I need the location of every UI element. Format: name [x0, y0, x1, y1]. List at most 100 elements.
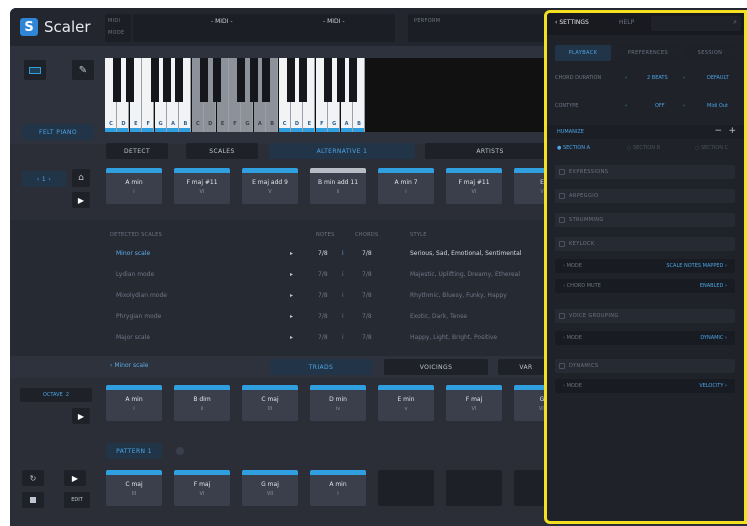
chord-duration-prev[interactable]: ‹	[625, 75, 627, 81]
black-key[interactable]	[299, 58, 308, 102]
chord-pad[interactable]: A min i	[310, 470, 366, 506]
preview-play-icon[interactable]: ▸	[290, 313, 293, 320]
tab-playback[interactable]: PLAYBACK	[555, 45, 611, 61]
black-key[interactable]	[324, 58, 333, 102]
tab-scales[interactable]: SCALES	[186, 143, 258, 159]
chord-mute-row[interactable]: ‹ CHORD MUTE ENABLED ›	[555, 279, 735, 293]
section-voice-grouping[interactable]: VOICE GROUPING	[555, 309, 735, 323]
black-key[interactable]	[125, 58, 134, 102]
chord-duration-next[interactable]: ›	[683, 75, 685, 81]
humanize-option-3[interactable]: ○ SECTION C	[695, 145, 728, 151]
chord-pad[interactable]: F maj #11 VI	[446, 168, 502, 204]
octave-selector[interactable]: OCTAVE 2	[20, 388, 92, 402]
humanize-option-1[interactable]: ● SECTION A	[557, 145, 590, 151]
section-keylock[interactable]: KEYLOCK	[555, 237, 735, 251]
contype-extra[interactable]: Midi Out	[707, 103, 728, 109]
checkbox-icon[interactable]	[559, 193, 565, 199]
scale-row[interactable]: Lydian mode ▸ 7/8 i 7/8 Majestic, Uplifting, …	[110, 271, 550, 285]
black-key[interactable]	[150, 58, 159, 102]
perform-box[interactable]: PERFORM	[408, 14, 548, 42]
tab-artists[interactable]: ARTISTS	[425, 143, 555, 159]
contype-prev[interactable]: ‹	[625, 103, 627, 109]
black-key[interactable]	[212, 58, 221, 102]
chord-pad[interactable]: B dim ii	[174, 385, 230, 421]
black-key[interactable]	[349, 58, 357, 102]
contype-value[interactable]: OFF	[655, 103, 665, 109]
midi-status-box[interactable]: - MIDI - - MIDI -	[133, 14, 395, 42]
octave-row1-selector[interactable]: ‹ 1 ›	[22, 171, 66, 187]
contype-next[interactable]: ›	[683, 103, 685, 109]
black-key[interactable]	[200, 58, 209, 102]
info-icon[interactable]: i	[342, 250, 344, 257]
keylock-mode-row[interactable]: ‹ MODE SCALE NOTES MAPPED ›	[555, 259, 735, 273]
plus-icon[interactable]: +	[728, 126, 736, 136]
empty-chord-slot[interactable]	[446, 470, 502, 506]
black-key[interactable]	[113, 58, 122, 102]
chord-pad[interactable]: G maj VII	[242, 470, 298, 506]
selected-scale-label[interactable]: › Minor scale	[110, 362, 148, 376]
chord-pad[interactable]: A min i	[106, 385, 162, 421]
chord-pad[interactable]: F maj VI	[174, 470, 230, 506]
preview-play-icon[interactable]: ▸	[290, 271, 293, 278]
tab-detect[interactable]: DETECT	[106, 143, 168, 159]
chord-pad[interactable]: C maj III	[106, 470, 162, 506]
scale-row[interactable]: Phrygian mode ▸ 7/8 i 7/8 Exotic, Dark, Tense	[110, 313, 550, 327]
black-key[interactable]	[336, 58, 345, 102]
chord-pad[interactable]: E min v	[378, 385, 434, 421]
info-icon[interactable]: i	[342, 292, 344, 299]
checkbox-icon[interactable]	[559, 217, 565, 223]
black-key[interactable]	[287, 58, 295, 102]
play-row2-button[interactable]: ▶	[72, 408, 90, 424]
chord-pad[interactable]: C maj III	[242, 385, 298, 421]
tab-settings[interactable]: ‹ SETTINGS	[555, 19, 589, 26]
chord-pad[interactable]: B min add 11 ii	[310, 168, 366, 204]
keyboard-view-button[interactable]	[24, 60, 46, 80]
stop-button[interactable]	[22, 492, 44, 508]
settings-search-input[interactable]: ⌕	[651, 16, 741, 31]
midi-mode-box[interactable]: MIDI MODE	[105, 14, 131, 42]
tab-session[interactable]: SESSION	[685, 45, 735, 61]
minus-icon[interactable]: −	[714, 126, 722, 136]
sound-preset-selector[interactable]: FELT PIANO	[22, 124, 94, 140]
checkbox-icon[interactable]	[559, 169, 565, 175]
chord-duration-default[interactable]: DEFAULT	[707, 75, 729, 81]
play-row1-button[interactable]: ▶	[72, 192, 90, 208]
pattern-info-icon[interactable]	[176, 447, 184, 455]
scale-row[interactable]: Mixolydian mode ▸ 7/8 i 7/8 Rhythmic, Bluesy,…	[110, 292, 550, 306]
tab-alternative[interactable]: ALTERNATIVE 1	[269, 143, 415, 159]
black-key[interactable]	[237, 58, 246, 102]
pattern-selector[interactable]: PATTERN 1	[106, 443, 162, 459]
section-dynamics[interactable]: DYNAMICS	[555, 359, 735, 373]
chord-pad[interactable]: F maj VI	[446, 385, 502, 421]
edit-button[interactable]: EDIT	[64, 492, 90, 508]
brush-button[interactable]: ✎	[72, 60, 94, 80]
black-key[interactable]	[163, 58, 171, 102]
piano-keyboard[interactable]: CDEFGABCDEFGABCDEFGAB	[105, 58, 555, 132]
home-button[interactable]: ⌂	[72, 169, 90, 187]
dynamics-mode-row[interactable]: ‹ MODE VELOCITY ›	[555, 379, 735, 393]
black-key[interactable]	[175, 58, 184, 102]
triads-selector[interactable]: TRIADS	[270, 359, 372, 375]
play-pattern-button[interactable]: ▶	[64, 470, 86, 486]
empty-chord-slot[interactable]	[378, 470, 434, 506]
chord-pad[interactable]: A min 7 i	[378, 168, 434, 204]
preview-play-icon[interactable]: ▸	[290, 292, 293, 299]
section-expressions[interactable]: EXPRESSIONS	[555, 165, 735, 179]
scale-row[interactable]: Minor scale ▸ 7/8 i 7/8 Serious, Sad, Emotion…	[110, 250, 550, 264]
preview-play-icon[interactable]: ▸	[290, 334, 293, 341]
voice-mode-row[interactable]: ‹ MODE DYNAMIC ›	[555, 331, 735, 345]
info-icon[interactable]: i	[342, 313, 344, 320]
chord-pad[interactable]: A min i	[106, 168, 162, 204]
scale-row[interactable]: Major scale ▸ 7/8 i 7/8 Happy, Light, Bright,…	[110, 334, 550, 348]
chord-pad[interactable]: D min iv	[310, 385, 366, 421]
preview-play-icon[interactable]: ▸	[290, 250, 293, 257]
info-icon[interactable]: i	[342, 334, 344, 341]
black-key[interactable]	[249, 58, 258, 102]
tab-preferences[interactable]: PREFERENCES	[617, 45, 679, 61]
voicings-selector[interactable]: VOICINGS	[384, 359, 488, 375]
checkbox-icon[interactable]	[559, 241, 565, 247]
checkbox-icon[interactable]	[559, 363, 565, 369]
section-arpeggio[interactable]: ARPEGGIO	[555, 189, 735, 203]
tab-help[interactable]: HELP	[619, 19, 634, 26]
chord-duration-value[interactable]: 2 BEATS	[647, 75, 668, 81]
